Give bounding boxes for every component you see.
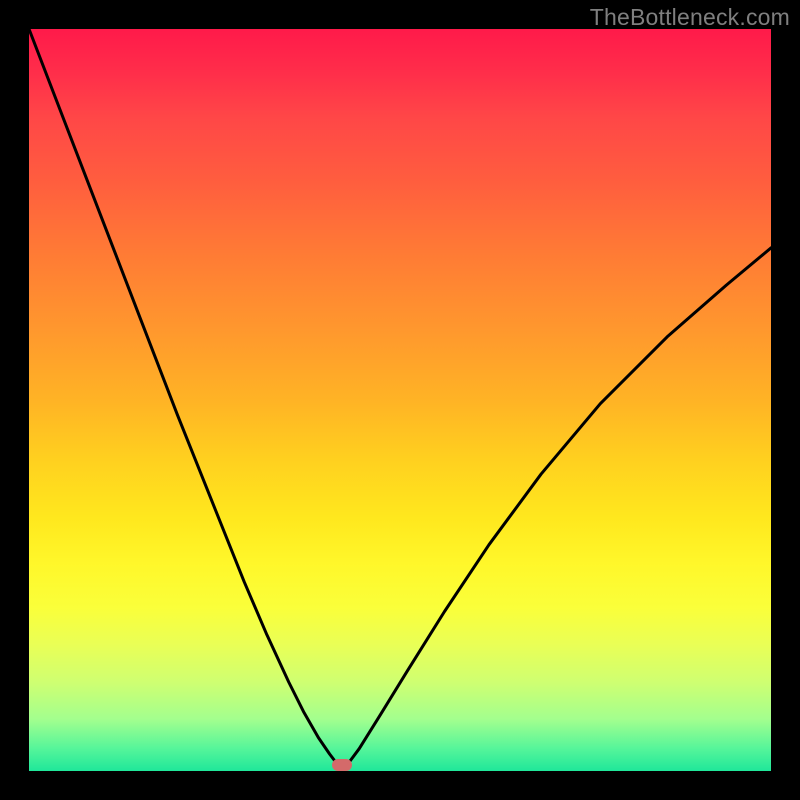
watermark-text: TheBottleneck.com (590, 4, 790, 31)
plot-area (29, 29, 771, 771)
bottleneck-curve (29, 29, 771, 771)
minimum-marker (332, 759, 352, 771)
chart-frame: TheBottleneck.com (0, 0, 800, 800)
